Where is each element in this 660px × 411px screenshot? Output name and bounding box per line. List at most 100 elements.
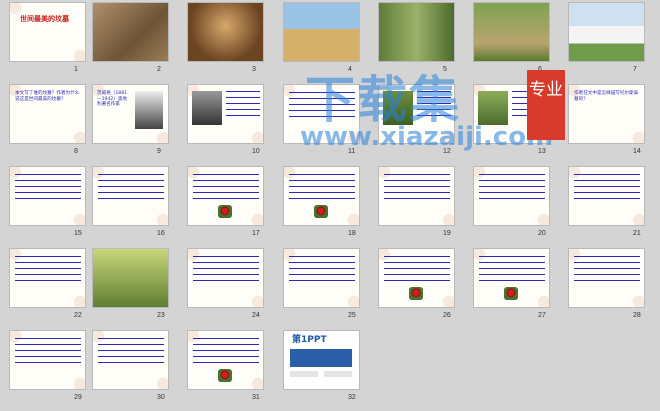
slide-number: 31 bbox=[252, 394, 260, 401]
slide-thumbnail[interactable] bbox=[378, 166, 455, 226]
slide-text-lines bbox=[289, 174, 355, 200]
slide-text-lines bbox=[98, 174, 164, 200]
banner-image bbox=[290, 349, 352, 367]
slide-thumbnail[interactable] bbox=[378, 248, 455, 308]
slide-thumbnail[interactable]: 本文写了谁的坟墓？作者为什么说这是世间最美的坟墓？ bbox=[9, 84, 86, 144]
slide-thumbnail[interactable] bbox=[92, 330, 169, 390]
corner-ornament bbox=[438, 291, 454, 307]
slide-text-lines bbox=[479, 256, 545, 282]
slide-number: 32 bbox=[348, 394, 356, 401]
slide-number: 21 bbox=[633, 230, 641, 237]
rose-image bbox=[314, 205, 328, 218]
rose-image bbox=[504, 287, 518, 300]
corner-ornament bbox=[628, 127, 644, 143]
rose-image bbox=[218, 205, 232, 218]
slide-text-lines bbox=[384, 174, 450, 200]
slide-thumbnail[interactable] bbox=[568, 2, 645, 62]
slide-thumbnail[interactable] bbox=[92, 166, 169, 226]
slide-thumbnail[interactable] bbox=[92, 248, 169, 308]
corner-ornament bbox=[247, 127, 263, 143]
slide-thumbnail[interactable]: 世间最美的坟墓 bbox=[9, 2, 86, 62]
slide-thumbnail[interactable] bbox=[187, 330, 264, 390]
corner-ornament bbox=[152, 209, 168, 225]
slide-thumbnail[interactable] bbox=[378, 2, 455, 62]
slide-number: 28 bbox=[633, 312, 641, 319]
corner-ornament bbox=[152, 127, 168, 143]
corner-ornament bbox=[343, 209, 359, 225]
slide-thumbnail[interactable] bbox=[92, 2, 169, 62]
slide-thumbnail[interactable] bbox=[283, 2, 360, 62]
slide-text-lines bbox=[193, 338, 259, 364]
slide-thumbnail[interactable] bbox=[473, 166, 550, 226]
slide-number: 17 bbox=[252, 230, 260, 237]
corner-ornament bbox=[247, 373, 263, 389]
slide-thumbnail[interactable] bbox=[9, 330, 86, 390]
corner-ornament bbox=[247, 209, 263, 225]
slide-text-lines bbox=[479, 174, 545, 200]
slide-number: 19 bbox=[443, 230, 451, 237]
slide-thumbnail[interactable] bbox=[568, 248, 645, 308]
corner-ornament bbox=[438, 209, 454, 225]
slide-photo bbox=[93, 3, 168, 61]
slide-thumbnail[interactable]: 作者在文中是怎样描写托尔斯泰墓的？ bbox=[568, 84, 645, 144]
footer-bar bbox=[290, 371, 318, 377]
slide-thumbnail[interactable] bbox=[473, 248, 550, 308]
slide-number: 9 bbox=[157, 148, 161, 155]
slide-thumbnail[interactable]: 茨威格（1881—1942）奥地利著名作家 bbox=[92, 84, 169, 144]
slide-photo bbox=[93, 249, 168, 307]
corner-ornament bbox=[628, 209, 644, 225]
slide-number: 10 bbox=[252, 148, 260, 155]
slide-number: 30 bbox=[157, 394, 165, 401]
slide-photo bbox=[478, 91, 508, 125]
watermark-url: www.xiazaiji.com bbox=[300, 122, 554, 152]
corner-ornament bbox=[247, 291, 263, 307]
corner-ornament bbox=[343, 291, 359, 307]
slide-photo bbox=[379, 3, 454, 61]
slide-thumbnail[interactable] bbox=[187, 166, 264, 226]
slide-text-lines bbox=[15, 256, 81, 282]
slide-thumbnail[interactable] bbox=[283, 166, 360, 226]
slide-text-lines bbox=[574, 174, 640, 200]
slide-photo bbox=[569, 3, 644, 61]
slide-title: 世间最美的坟墓 bbox=[20, 15, 69, 23]
slide-number: 7 bbox=[633, 66, 637, 73]
slide-text-lines bbox=[193, 256, 259, 282]
slide-number: 2 bbox=[157, 66, 161, 73]
slide-number: 26 bbox=[443, 312, 451, 319]
slide-title: 第1PPT bbox=[292, 335, 327, 345]
slide-thumbnail[interactable] bbox=[568, 166, 645, 226]
slide-number: 20 bbox=[538, 230, 546, 237]
corner-ornament bbox=[152, 373, 168, 389]
slide-photo bbox=[192, 91, 222, 125]
slide-number: 15 bbox=[74, 230, 82, 237]
slide-thumbnail[interactable] bbox=[187, 2, 264, 62]
slide-text: 本文写了谁的坟墓？作者为什么说这是世间最美的坟墓？ bbox=[15, 91, 80, 102]
footer-bar bbox=[324, 371, 352, 377]
slide-text: 茨威格（1881—1942）奥地利著名作家 bbox=[97, 91, 128, 108]
slide-number: 8 bbox=[74, 148, 78, 155]
slide-thumbnail[interactable] bbox=[187, 84, 264, 144]
rose-image bbox=[409, 287, 423, 300]
author-portrait bbox=[135, 91, 163, 129]
watermark-badge: 专业 bbox=[527, 70, 565, 140]
slide-thumbnail[interactable] bbox=[9, 166, 86, 226]
slide-text-lines bbox=[15, 338, 81, 364]
slide-thumbnail[interactable] bbox=[283, 248, 360, 308]
slide-number: 29 bbox=[74, 394, 82, 401]
slide-thumbnail[interactable] bbox=[9, 248, 86, 308]
slide-number: 22 bbox=[74, 312, 82, 319]
slide-thumbnail[interactable] bbox=[473, 2, 550, 62]
slide-number: 27 bbox=[538, 312, 546, 319]
slide-number: 3 bbox=[252, 66, 256, 73]
corner-ornament bbox=[69, 127, 85, 143]
slide-photo bbox=[284, 3, 359, 61]
slide-text-lines bbox=[574, 256, 640, 282]
corner-ornament bbox=[69, 45, 85, 61]
slide-number: 23 bbox=[157, 312, 165, 319]
slide-thumbnail[interactable] bbox=[187, 248, 264, 308]
slide-thumbnail[interactable]: 第1PPT bbox=[283, 330, 360, 390]
slide-text-lines bbox=[289, 256, 355, 282]
slide-text: 作者在文中是怎样描写托尔斯泰墓的？ bbox=[574, 91, 639, 102]
slide-text-lines bbox=[384, 256, 450, 282]
corner-ornament bbox=[533, 209, 549, 225]
